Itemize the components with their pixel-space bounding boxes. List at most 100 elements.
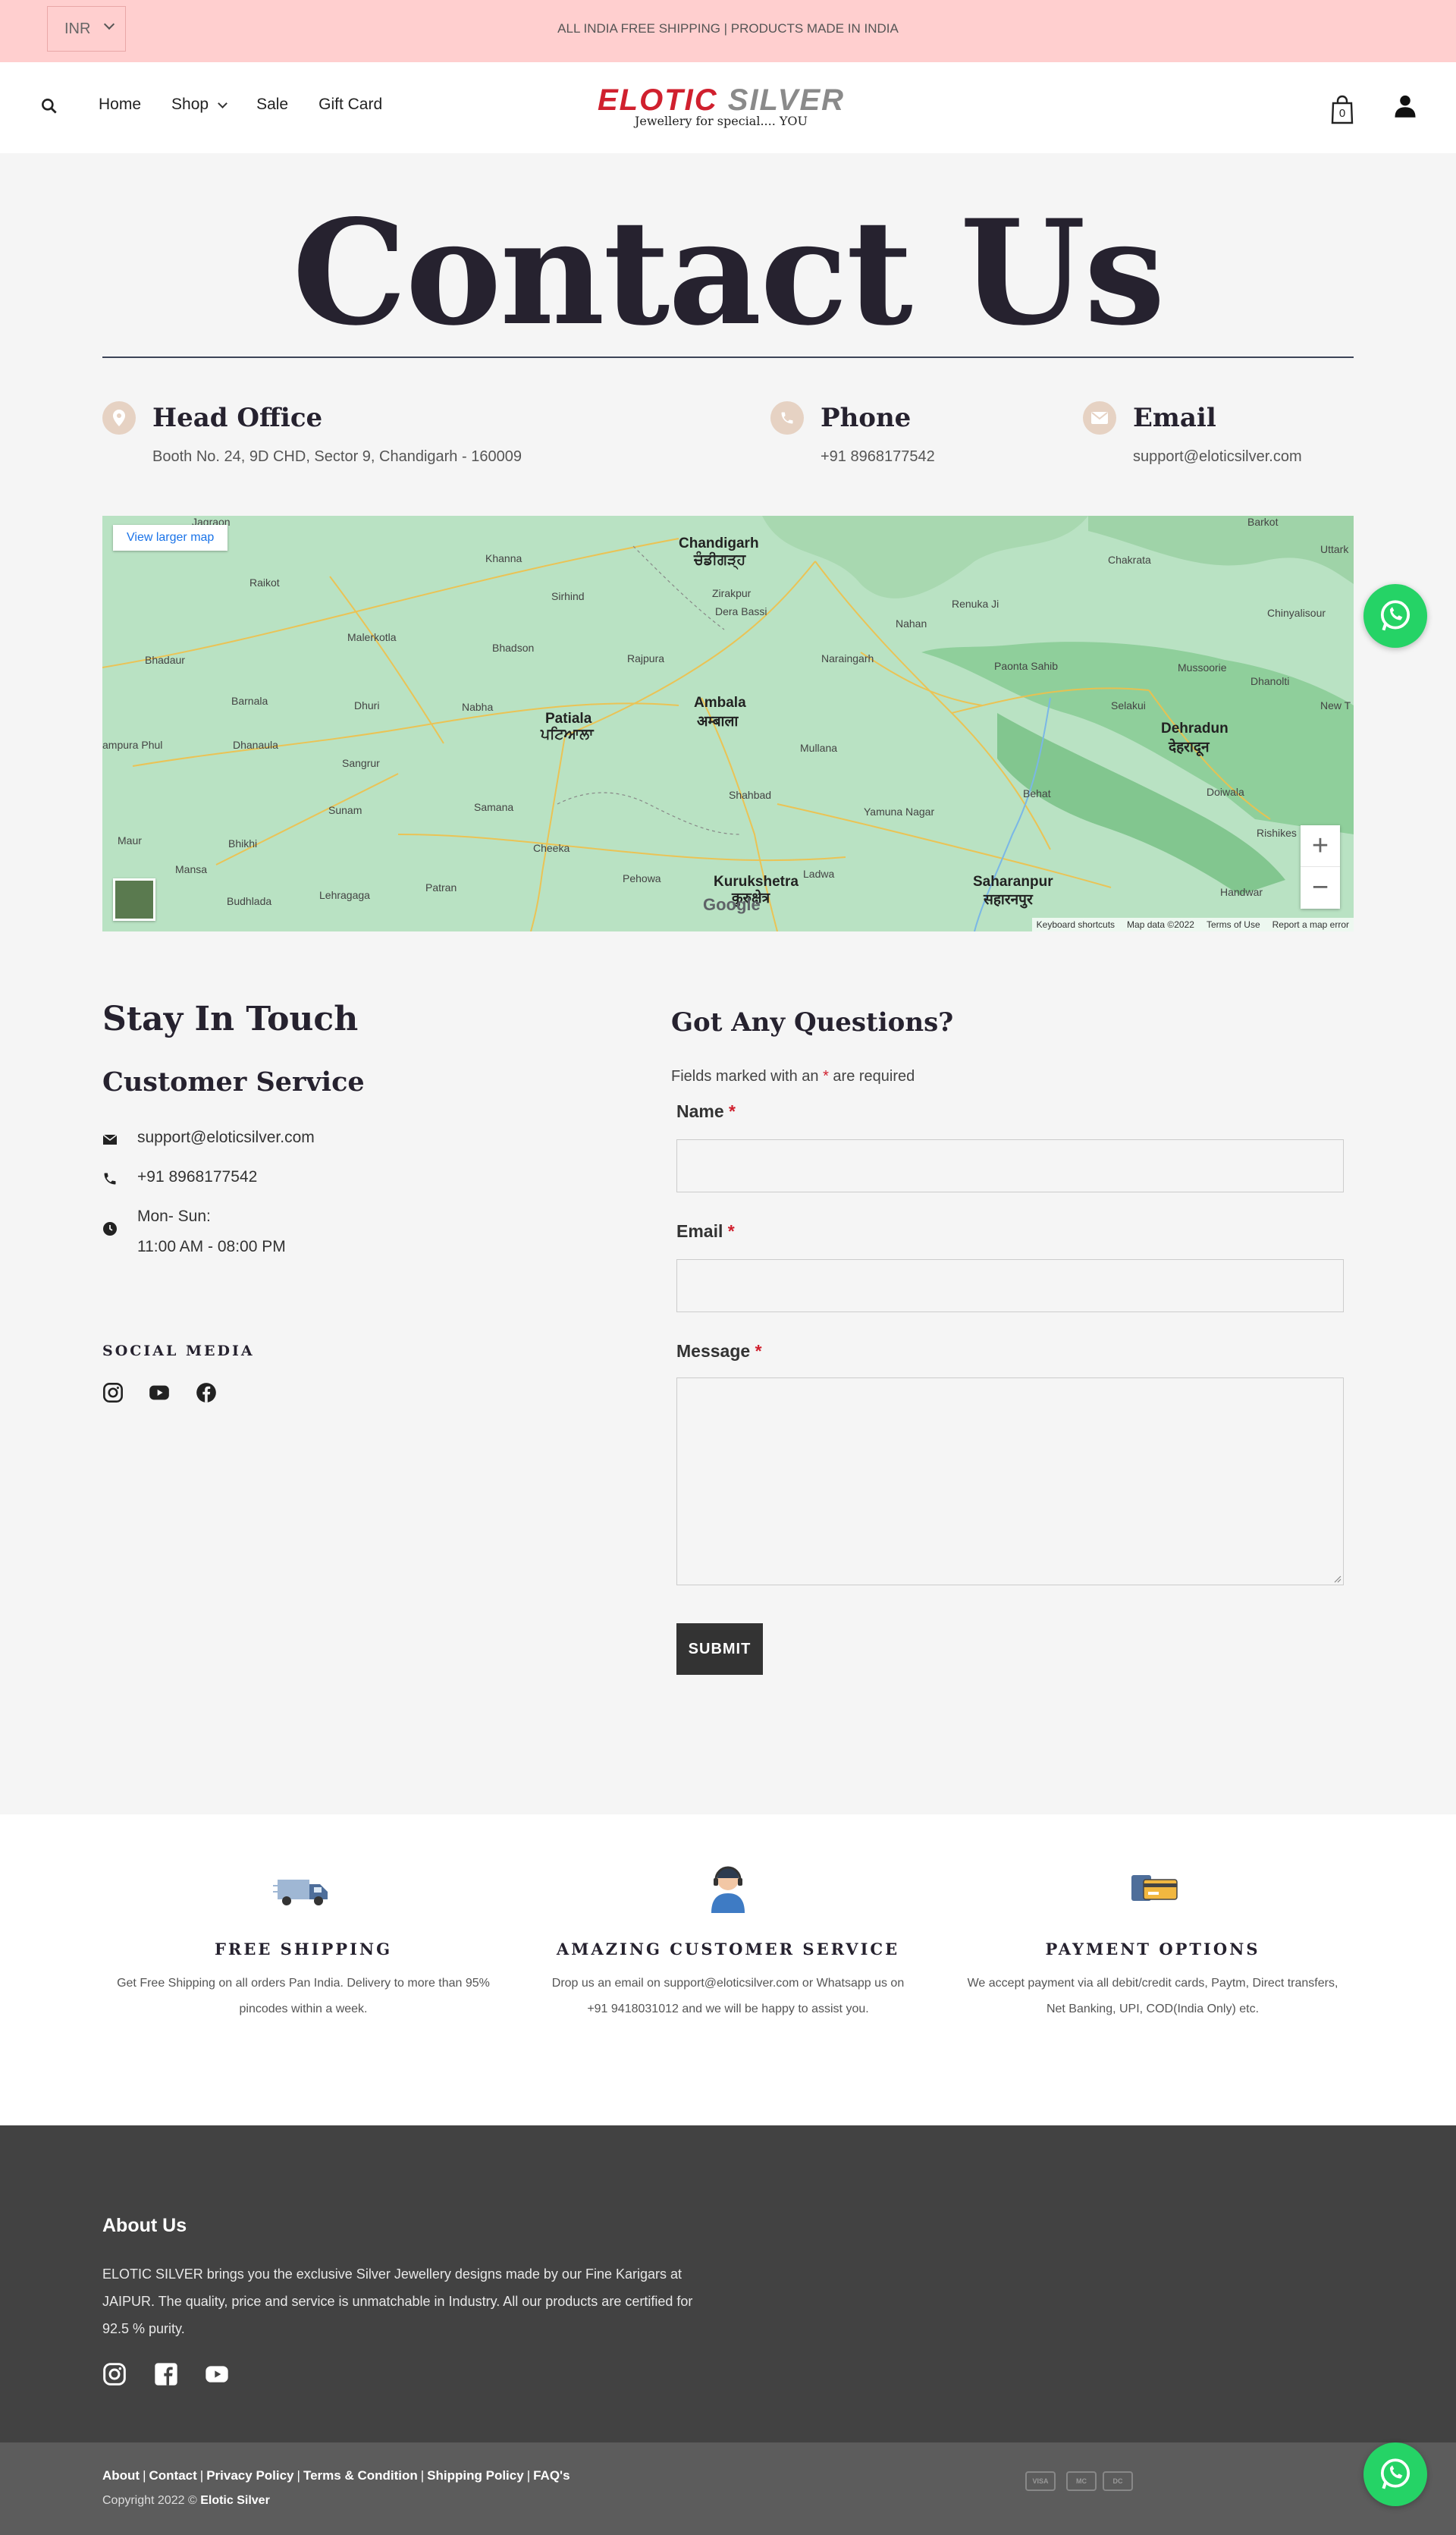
map-label-rampura-phul: ampura Phul	[102, 739, 163, 751]
map-label-chakrata: Chakrata	[1108, 554, 1151, 566]
about-line2: JAIPUR. The quality, price and service i…	[102, 2294, 693, 2309]
google-map[interactable]: Chandigarh ਚੰਡੀਗੜ੍ਹ Patiala ਪਟਿਆਲਾ Ambal…	[102, 516, 1354, 931]
feature-text: Get Free Shipping on all orders Pan Indi…	[106, 1971, 500, 2022]
account-icon[interactable]	[1394, 94, 1417, 118]
map-label-raikot: Raikot	[249, 576, 280, 589]
map-label-bhadaur: Bhadaur	[145, 654, 185, 666]
map-label-patiala: Patiala	[545, 711, 592, 727]
youtube-icon[interactable]	[149, 1382, 170, 1403]
feature-customer-service: AMAZING CUSTOMER SERVICE Drop us an emai…	[531, 1860, 925, 2022]
site-logo[interactable]: ELOTIC SILVER Jewellery for special.... …	[588, 85, 854, 134]
map-label-mansa: Mansa	[175, 863, 208, 875]
phone-icon	[770, 401, 804, 435]
map-label-bhikhi: Bhikhi	[228, 837, 258, 850]
truck-icon	[273, 1880, 328, 1905]
map-label-selakui: Selakui	[1111, 699, 1146, 711]
map-label-nabha: Nabha	[462, 701, 494, 713]
support-agent-icon	[711, 1866, 745, 1913]
logo-part1: ELOTIC	[597, 83, 718, 117]
footer-link-separator: |	[199, 2468, 204, 2483]
name-input[interactable]	[676, 1139, 1344, 1192]
nav-sale[interactable]: Sale	[256, 96, 288, 114]
map-label-mullana: Mullana	[800, 742, 838, 754]
map-label-doiwala: Doiwala	[1207, 786, 1244, 798]
view-larger-map-link[interactable]: View larger map	[113, 525, 228, 551]
zoom-out-button[interactable]: −	[1301, 867, 1340, 909]
contact-phone[interactable]: +91 8968177542	[137, 1168, 257, 1186]
footer-link-shipping[interactable]: Shipping Policy	[427, 2468, 524, 2483]
copyright-text: Copyright 2022 ©	[102, 2494, 201, 2507]
map-label-maur: Maur	[118, 834, 142, 847]
map-label-mussoorie: Mussoorie	[1178, 661, 1227, 674]
title-divider	[102, 357, 1354, 358]
map-label-pehowa: Pehowa	[623, 872, 661, 884]
map-label-new-t: New T	[1320, 699, 1351, 711]
email-address[interactable]: support@eloticsilver.com	[1133, 448, 1302, 466]
feature-text: We accept payment via all debit/credit c…	[956, 1971, 1350, 2022]
required-mark: *	[755, 1341, 762, 1361]
head-office-address: Booth No. 24, 9D CHD, Sector 9, Chandiga…	[152, 448, 522, 465]
copyright-brand: Elotic Silver	[200, 2494, 270, 2507]
map-keyboard-shortcuts[interactable]: Keyboard shortcuts	[1037, 919, 1115, 930]
site-header: Home Shop Sale Gift Card ELOTIC SILVER J…	[0, 62, 1456, 153]
footer-link-terms[interactable]: Terms & Condition	[303, 2468, 418, 2483]
email-title: Email	[1133, 403, 1216, 433]
instagram-icon[interactable]	[102, 2362, 127, 2386]
search-icon[interactable]	[39, 96, 59, 116]
map-terms[interactable]: Terms of Use	[1207, 919, 1260, 930]
feature-text-line2: Net Banking, UPI, COD(India Only) etc.	[1046, 2003, 1260, 2015]
footer-link-privacy[interactable]: Privacy Policy	[206, 2468, 293, 2483]
whatsapp-button[interactable]	[1363, 584, 1427, 648]
cart-button[interactable]: 0	[1327, 94, 1357, 124]
visa-icon: VISA	[1025, 2471, 1056, 2491]
nav-shop[interactable]: Shop	[171, 96, 228, 114]
payment-icon	[1131, 1875, 1178, 1901]
submit-button[interactable]: SUBMIT	[676, 1623, 763, 1675]
map-report-error[interactable]: Report a map error	[1272, 919, 1349, 930]
whatsapp-button[interactable]	[1363, 2442, 1427, 2506]
zoom-in-button[interactable]: +	[1301, 825, 1340, 867]
instagram-icon[interactable]	[102, 1382, 124, 1403]
footer-link-separator: |	[526, 2468, 531, 2483]
map-label-dehradun: Dehradun	[1161, 721, 1228, 737]
facebook-icon[interactable]	[154, 2362, 178, 2386]
email-input[interactable]	[676, 1259, 1344, 1312]
nav-home[interactable]: Home	[99, 96, 141, 114]
phone-title: Phone	[821, 403, 912, 433]
features-section: FREE SHIPPING Get Free Shipping on all o…	[0, 1814, 1456, 2125]
map-label-handwar: Handwar	[1220, 886, 1263, 898]
map-label-shahbad: Shahbad	[729, 789, 772, 801]
footer-link-faq[interactable]: FAQ's	[533, 2468, 570, 2483]
announcement-bar: INR ALL INDIA FREE SHIPPING | PRODUCTS M…	[0, 0, 1456, 62]
map-label-malerkotla: Malerkotla	[347, 631, 397, 643]
nav-shop-label: Shop	[171, 96, 209, 113]
hours-days: Mon- Sun:	[137, 1208, 211, 1225]
required-star: *	[823, 1068, 829, 1085]
map-label-zirakpur: Zirakpur	[712, 587, 752, 599]
resize-handle-icon[interactable]	[1332, 1574, 1341, 1583]
footer-link-about[interactable]: About	[102, 2468, 140, 2483]
map-label-rishikesh: Rishikes	[1257, 827, 1297, 839]
feature-title: FREE SHIPPING	[214, 1940, 393, 1959]
feature-title: AMAZING CUSTOMER SERVICE	[556, 1940, 900, 1959]
satellite-toggle[interactable]	[113, 878, 155, 921]
map-label-ladwa: Ladwa	[803, 868, 835, 880]
zoom-controls: + −	[1301, 825, 1340, 909]
map-label-patran: Patran	[425, 881, 457, 894]
footer-link-contact[interactable]: Contact	[149, 2468, 197, 2483]
location-pin-icon	[102, 401, 136, 435]
page-title: Contact Us	[292, 188, 1165, 357]
required-note-after: are required	[828, 1068, 915, 1085]
phone-number[interactable]: +91 8968177542	[821, 448, 935, 466]
facebook-icon[interactable]	[196, 1382, 217, 1403]
message-label: Message *	[676, 1341, 762, 1362]
map-label-dhuri: Dhuri	[354, 699, 380, 711]
whatsapp-icon	[1380, 600, 1410, 631]
nav-gift-card[interactable]: Gift Card	[318, 96, 382, 114]
message-textarea[interactable]	[676, 1377, 1344, 1585]
map-label-patiala-pa: ਪਟਿਆਲਾ	[541, 727, 594, 743]
feature-title: PAYMENT OPTIONS	[1045, 1940, 1260, 1959]
contact-email[interactable]: support@eloticsilver.com	[137, 1129, 315, 1147]
youtube-icon[interactable]	[205, 2362, 229, 2386]
social-media-heading: SOCIAL MEDIA	[102, 1343, 255, 1359]
